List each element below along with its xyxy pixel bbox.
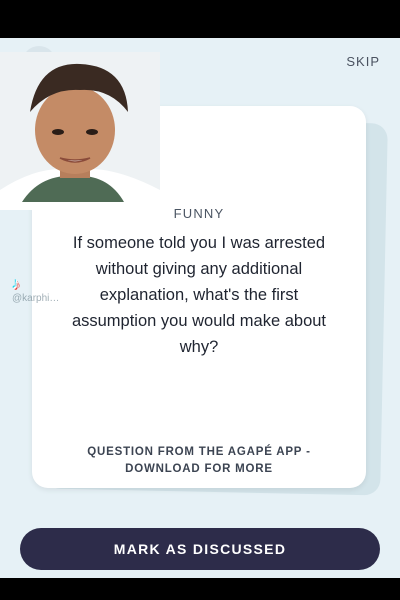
tiktok-logo-icon: ♪ (12, 276, 20, 293)
card-question: If someone told you I was arrested witho… (71, 234, 327, 356)
tiktok-watermark: ♪ @karphi… (12, 276, 60, 306)
webcam-overlay (0, 52, 160, 210)
card-footer: QUESTION FROM THE AGAPÉ APP - DOWNLOAD F… (87, 446, 311, 475)
skip-button[interactable]: SKIP (346, 54, 380, 69)
mark-as-discussed-button[interactable]: MARK AS DISCUSSED (20, 528, 380, 570)
person-image (0, 52, 160, 210)
watermark-username: @karphi… (12, 293, 60, 304)
